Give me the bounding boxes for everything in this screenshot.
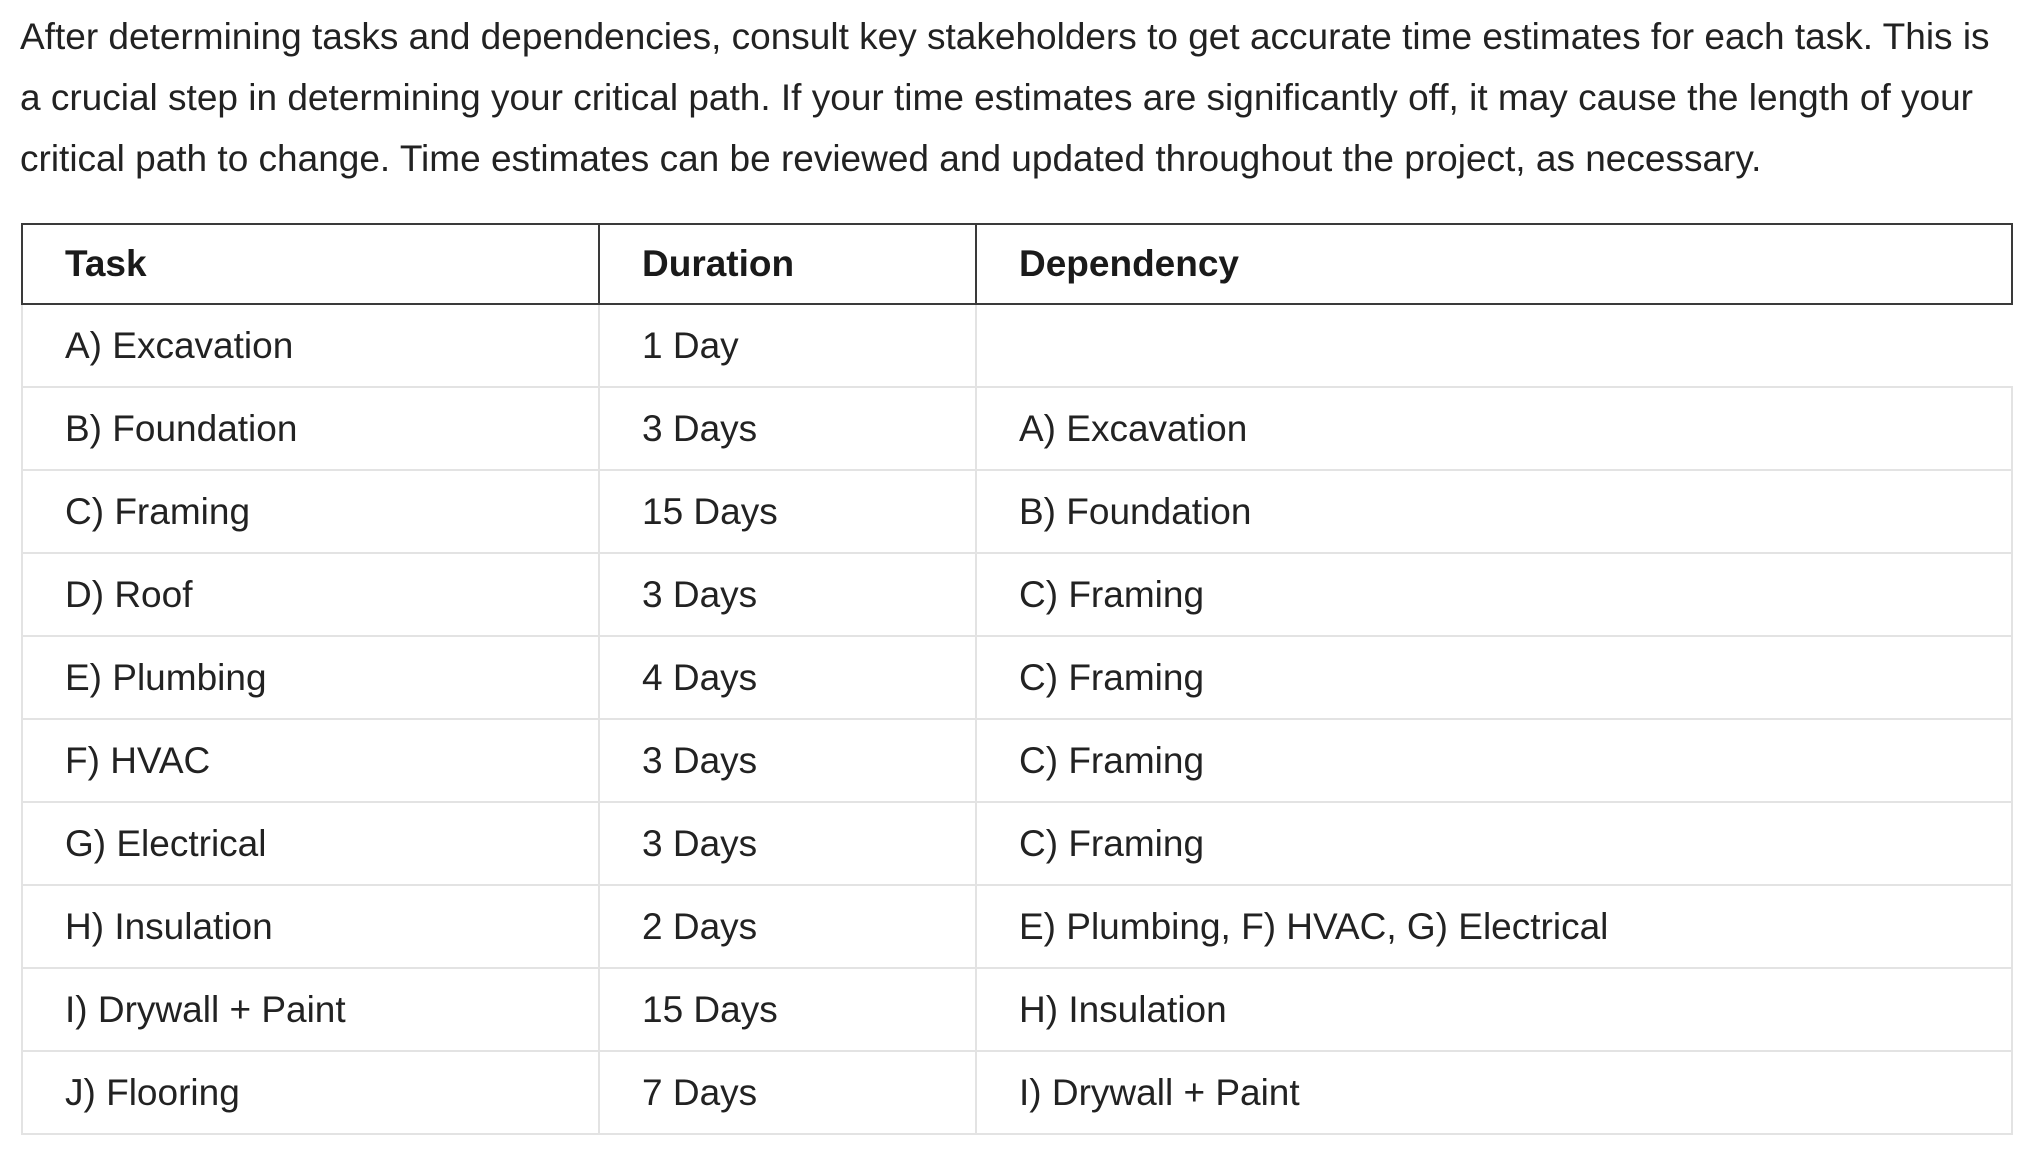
task-cell: I) Drywall + Paint <box>21 967 600 1052</box>
table-row: A) Excavation 1 Day <box>21 303 2013 388</box>
duration-cell: 3 Days <box>598 801 977 886</box>
duration-cell: 2 Days <box>598 884 977 969</box>
dependency-cell: C) Framing <box>975 801 2013 886</box>
table-header-row: Task Duration Dependency <box>21 223 2013 305</box>
task-cell: F) HVAC <box>21 718 600 803</box>
dependency-cell: C) Framing <box>975 635 2013 720</box>
duration-cell: 1 Day <box>598 303 977 388</box>
table-body: A) Excavation 1 Day B) Foundation 3 Days… <box>21 303 2013 1135</box>
dependency-cell: B) Foundation <box>975 469 2013 554</box>
dependency-cell: I) Drywall + Paint <box>975 1050 2013 1135</box>
table-header: Task Duration Dependency <box>21 223 2013 305</box>
dependency-cell <box>975 303 2013 388</box>
table-row: D) Roof 3 Days C) Framing <box>21 552 2013 637</box>
dependency-cell: E) Plumbing, F) HVAC, G) Electrical <box>975 884 2013 969</box>
task-cell: C) Framing <box>21 469 600 554</box>
task-cell: B) Foundation <box>21 386 600 471</box>
dependency-cell: C) Framing <box>975 718 2013 803</box>
header-dependency: Dependency <box>975 223 2013 305</box>
table-row: G) Electrical 3 Days C) Framing <box>21 801 2013 886</box>
duration-cell: 3 Days <box>598 386 977 471</box>
task-cell: E) Plumbing <box>21 635 600 720</box>
table-row: B) Foundation 3 Days A) Excavation <box>21 386 2013 471</box>
dependency-cell: A) Excavation <box>975 386 2013 471</box>
duration-cell: 15 Days <box>598 967 977 1052</box>
table-row: F) HVAC 3 Days C) Framing <box>21 718 2013 803</box>
page: After determining tasks and dependencies… <box>0 0 2031 1156</box>
intro-paragraph: After determining tasks and dependencies… <box>20 16 1990 179</box>
duration-cell: 15 Days <box>598 469 977 554</box>
task-cell: D) Roof <box>21 552 600 637</box>
table-row: I) Drywall + Paint 15 Days H) Insulation <box>21 967 2013 1052</box>
dependency-cell: C) Framing <box>975 552 2013 637</box>
duration-cell: 4 Days <box>598 635 977 720</box>
task-cell: A) Excavation <box>21 303 600 388</box>
table-row: J) Flooring 7 Days I) Drywall + Paint <box>21 1050 2013 1135</box>
task-table: Task Duration Dependency A) Excavation 1… <box>21 223 2013 1135</box>
header-task: Task <box>21 223 600 305</box>
table-row: H) Insulation 2 Days E) Plumbing, F) HVA… <box>21 884 2013 969</box>
dependency-cell: H) Insulation <box>975 967 2013 1052</box>
header-duration: Duration <box>598 223 977 305</box>
duration-cell: 7 Days <box>598 1050 977 1135</box>
duration-cell: 3 Days <box>598 552 977 637</box>
task-cell: G) Electrical <box>21 801 600 886</box>
task-cell: J) Flooring <box>21 1050 600 1135</box>
table-row: E) Plumbing 4 Days C) Framing <box>21 635 2013 720</box>
table-row: C) Framing 15 Days B) Foundation <box>21 469 2013 554</box>
task-cell: H) Insulation <box>21 884 600 969</box>
duration-cell: 3 Days <box>598 718 977 803</box>
